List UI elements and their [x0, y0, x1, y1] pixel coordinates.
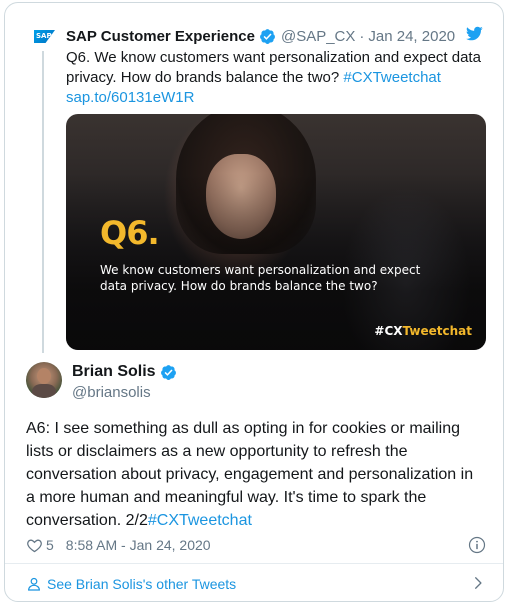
- heart-icon[interactable]: [26, 537, 43, 554]
- parent-handle[interactable]: @SAP_CX: [281, 28, 355, 45]
- see-other-tweets-label[interactable]: See Brian Solis's other Tweets: [47, 576, 236, 592]
- parent-tweet-text: Q6. We know customers want personalizati…: [66, 48, 486, 108]
- tweet-meta: 5 8:58 AM - Jan 24, 2020: [26, 533, 486, 557]
- tweet-text: A6: I see something as dull as opting in…: [26, 417, 486, 532]
- parent-url-link[interactable]: sap.to/60131eW1R: [66, 89, 194, 106]
- tweet-timestamp[interactable]: 8:58 AM - Jan 24, 2020: [66, 537, 211, 553]
- like-count[interactable]: 5: [46, 537, 54, 553]
- media-hashtag-prefix: #CX: [374, 324, 403, 338]
- separator: ·: [359, 27, 365, 45]
- media-heading: Q6.: [100, 214, 160, 252]
- avatar-body: [32, 384, 56, 398]
- avatar-head: [37, 368, 51, 384]
- verified-badge-icon: [160, 364, 176, 380]
- parent-hashtag-link[interactable]: #CXTweetchat: [343, 69, 441, 86]
- user-icon: [28, 577, 40, 591]
- verified-badge-icon: [260, 28, 275, 44]
- author-name[interactable]: Brian Solis: [72, 363, 156, 381]
- thread-line: [42, 51, 44, 353]
- parent-tweet[interactable]: SAP SAP Customer Experience @SAP_CX · Ja…: [5, 3, 503, 355]
- avatar[interactable]: [26, 362, 62, 398]
- see-other-tweets-link[interactable]: See Brian Solis's other Tweets: [5, 564, 503, 601]
- parent-tweet-header: SAP Customer Experience @SAP_CX · Jan 24…: [66, 25, 463, 47]
- media-body-text: We know customers want personalization a…: [100, 263, 421, 293]
- parent-author-name[interactable]: SAP Customer Experience: [66, 28, 255, 45]
- tweet-media-image[interactable]: Q6. We know customers want personalizati…: [66, 114, 486, 350]
- tweet-hashtag-link[interactable]: #CXTweetchat: [148, 512, 252, 529]
- chevron-right-icon[interactable]: [471, 576, 485, 590]
- media-hashtag: #CXTweetchat: [374, 324, 472, 338]
- author-name-row: Brian Solis: [72, 363, 182, 381]
- twitter-bird-icon[interactable]: [466, 25, 483, 42]
- media-hashtag-suffix: Tweetchat: [402, 324, 472, 338]
- parent-date[interactable]: Jan 24, 2020: [368, 28, 455, 45]
- embedded-tweet-card: SAP SAP Customer Experience @SAP_CX · Ja…: [4, 2, 504, 602]
- sap-logo[interactable]: SAP: [34, 30, 55, 43]
- author-handle[interactable]: @briansolis: [72, 384, 151, 401]
- info-icon[interactable]: [468, 536, 486, 554]
